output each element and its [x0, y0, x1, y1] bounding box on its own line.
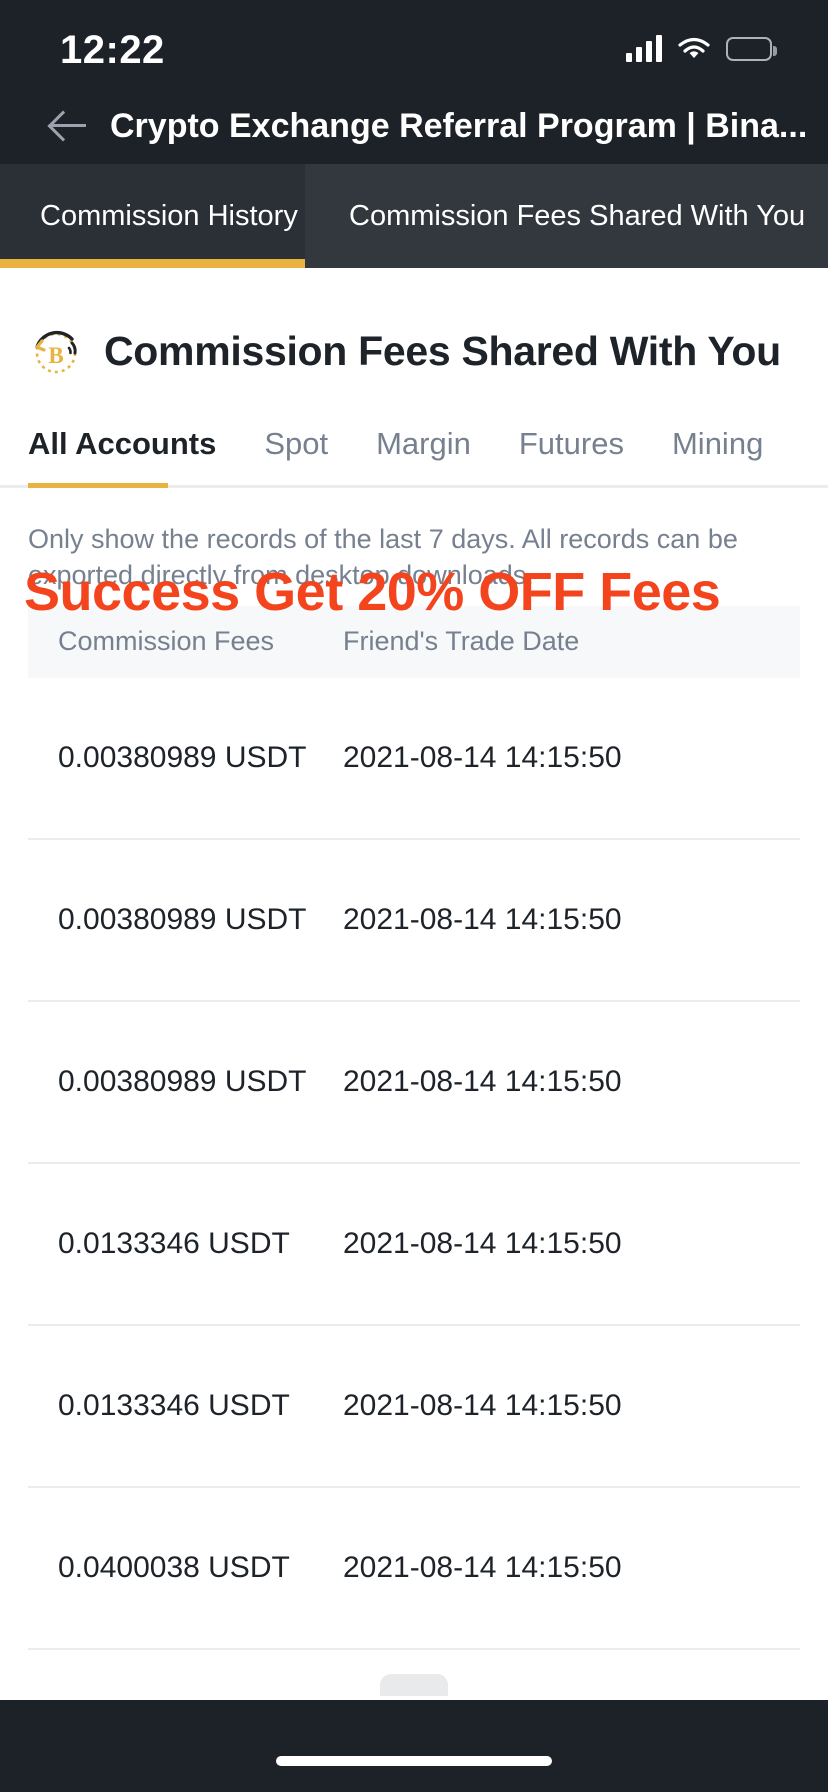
cell-trade-date: 2021-08-14 14:15:50 — [343, 1064, 622, 1098]
cell-trade-date: 2021-08-14 14:15:50 — [343, 740, 622, 774]
table-row: 0.00380989 USDT 2021-08-14 14:15:50 — [28, 678, 800, 840]
back-arrow-icon[interactable] — [40, 98, 96, 154]
browser-tab-strip: Commission History Commission Fees Share… — [0, 164, 828, 268]
table-row: 0.0133346 USDT 2021-08-14 14:15:50 — [28, 1326, 800, 1488]
cell-commission-fee: 0.00380989 USDT — [58, 902, 307, 936]
subtab-all-accounts[interactable]: All Accounts — [28, 426, 216, 488]
promo-banner: Success Get 20% OFF Fees — [24, 562, 721, 622]
bitcoin-commission-icon: B — [28, 323, 84, 379]
tab-label: Commission Fees Shared With You — [349, 199, 806, 232]
table-row: 0.00380989 USDT 2021-08-14 14:15:50 — [28, 1002, 800, 1164]
page-title: Commission Fees Shared With You — [104, 327, 781, 374]
subtab-margin[interactable]: Margin — [376, 426, 471, 488]
browser-title: Crypto Exchange Referral Program | Bina.… — [110, 106, 808, 145]
column-header-commission-fees: Commission Fees — [58, 626, 275, 657]
subtab-futures[interactable]: Futures — [519, 426, 624, 488]
commission-table: Commission Fees Friend's Trade Date 0.00… — [0, 605, 828, 1792]
cell-commission-fee: 0.0133346 USDT — [58, 1388, 290, 1422]
table-row: 0.0133346 USDT 2021-08-14 14:15:50 — [28, 1164, 800, 1326]
scroll-handle[interactable] — [380, 1674, 448, 1696]
cell-commission-fee: 0.00380989 USDT — [58, 1064, 307, 1098]
tab-label: Commission History — [40, 199, 298, 232]
page-content: B Commission Fees Shared With You All Ac… — [0, 268, 828, 1792]
cell-trade-date: 2021-08-14 14:15:50 — [343, 1388, 622, 1422]
active-tab-indicator — [0, 259, 305, 268]
home-indicator[interactable] — [276, 1756, 552, 1766]
subtab-mining[interactable]: Mining — [672, 426, 763, 488]
wifi-icon — [678, 37, 710, 61]
svg-text:B: B — [48, 343, 63, 368]
cell-trade-date: 2021-08-14 14:15:50 — [343, 902, 622, 936]
subtab-spot[interactable]: Spot — [264, 426, 328, 488]
table-row: 0.0400038 USDT 2021-08-14 14:15:50 — [28, 1488, 800, 1650]
bottom-bar — [0, 1700, 828, 1792]
cell-commission-fee: 0.0133346 USDT — [58, 1226, 290, 1260]
active-subtab-indicator — [28, 483, 168, 488]
phone-screen: 12:22 Crypto Exchange Referral Program |… — [0, 0, 828, 1792]
cell-trade-date: 2021-08-14 14:15:50 — [343, 1550, 622, 1584]
status-bar: 12:22 — [0, 0, 828, 88]
account-subtabs: All Accounts Spot Margin Futures Mining — [0, 426, 828, 488]
status-icons — [626, 26, 777, 62]
table-row: 0.00380989 USDT 2021-08-14 14:15:50 — [28, 840, 800, 1002]
status-time: 12:22 — [60, 28, 165, 72]
browser-header: Crypto Exchange Referral Program | Bina.… — [0, 88, 828, 164]
cell-commission-fee: 0.0400038 USDT — [58, 1550, 290, 1584]
cell-commission-fee: 0.00380989 USDT — [58, 740, 307, 774]
cell-trade-date: 2021-08-14 14:15:50 — [343, 1226, 622, 1260]
tab-commission-history[interactable]: Commission History — [0, 164, 305, 268]
battery-icon — [726, 37, 777, 61]
cellular-signal-icon — [626, 35, 662, 62]
page-title-row: B Commission Fees Shared With You — [0, 268, 828, 379]
tab-commission-fees-shared[interactable]: Commission Fees Shared With You — [305, 164, 828, 268]
column-header-trade-date: Friend's Trade Date — [343, 626, 580, 657]
table-body: 0.00380989 USDT 2021-08-14 14:15:50 0.0038… — [0, 678, 828, 1792]
